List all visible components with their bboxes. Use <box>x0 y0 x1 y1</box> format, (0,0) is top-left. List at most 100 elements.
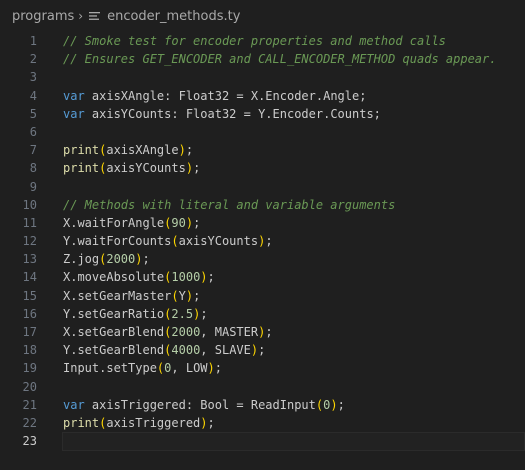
line-number: 4 <box>29 88 37 103</box>
code-line[interactable]: 15 X.setGearMaster(Y); <box>0 287 525 305</box>
code-token-paren: ) <box>135 252 143 267</box>
code-token-num: 2000 <box>106 252 136 267</box>
code-line[interactable]: 14 X.moveAbsolute(1000); <box>0 268 525 286</box>
code-token-comment: // Ensures GET_ENCODER and CALL_ENCODER_… <box>63 52 497 67</box>
line-code[interactable]: var axisTriggered: Bool = ReadInput(0); <box>63 396 525 414</box>
code-line[interactable]: 1 // Smoke test for encoder properties an… <box>0 32 525 50</box>
line-code[interactable]: var axisXAngle: Float32 = X.Encoder.Angl… <box>63 87 525 105</box>
code-token-punc: ; <box>207 270 215 285</box>
code-token-punc: ; <box>207 415 215 430</box>
code-line[interactable]: 21 var axisTriggered: Bool = ReadInput(0)… <box>0 396 525 414</box>
code-token-punc: ; <box>265 234 273 249</box>
line-number: 10 <box>22 197 37 212</box>
line-number: 15 <box>22 288 37 303</box>
line-code[interactable]: Y.waitForCounts(axisYCounts); <box>63 232 525 250</box>
code-token-punc: ; <box>193 288 201 303</box>
code-token-paren: ) <box>200 415 208 430</box>
code-token-punc: ; <box>142 252 150 267</box>
code-line[interactable]: 7 print(axisXAngle); <box>0 141 525 159</box>
line-code[interactable]: X.setGearBlend(2000, MASTER); <box>63 323 525 341</box>
code-token-paren: ) <box>185 161 194 176</box>
code-token-fn: print <box>63 415 100 430</box>
line-number: 21 <box>22 397 37 412</box>
code-token-punc: Y.setGearBlend <box>63 343 165 358</box>
code-line[interactable]: 6 <box>0 123 525 141</box>
line-number: 7 <box>29 143 37 158</box>
code-token-punc: axisXAngle <box>106 143 179 158</box>
code-token-paren: ) <box>185 215 194 230</box>
line-code[interactable]: print(axisYCounts); <box>63 159 525 177</box>
code-line[interactable]: 18 Y.setGearBlend(4000, SLAVE); <box>0 341 525 359</box>
code-token-punc: ; <box>265 325 273 339</box>
code-token-comment: // Methods with literal and variable arg… <box>63 197 396 212</box>
code-token-punc: ; <box>193 161 201 176</box>
code-line[interactable]: 10 // Methods with literal and variable a… <box>0 196 525 214</box>
code-line[interactable]: 2 // Ensures GET_ENCODER and CALL_ENCODER… <box>0 50 525 68</box>
code-token-punc: , MASTER <box>200 325 259 339</box>
code-token-punc: , LOW <box>171 361 208 376</box>
chevron-right-icon: › <box>78 9 84 23</box>
code-token-paren: ( <box>171 288 179 303</box>
code-line[interactable]: 11 X.waitForAngle(90); <box>0 214 525 232</box>
line-number: 1 <box>29 34 37 48</box>
code-token-fn: print <box>63 143 100 158</box>
code-line[interactable]: 20 <box>0 378 525 396</box>
line-number: 20 <box>22 379 37 394</box>
code-token-paren: ) <box>185 288 194 303</box>
code-line[interactable]: 17 X.setGearBlend(2000, MASTER); <box>0 323 525 341</box>
line-code[interactable]: X.moveAbsolute(1000); <box>63 268 525 286</box>
line-number: 19 <box>22 361 37 376</box>
line-number: 11 <box>22 215 37 230</box>
line-number: 6 <box>29 124 37 139</box>
code-token-num: 2.5 <box>171 306 194 321</box>
code-token-punc: X.moveAbsolute <box>63 270 165 285</box>
code-token-punc: X.waitForAngle <box>63 215 165 230</box>
line-code[interactable]: print(axisXAngle); <box>63 141 525 159</box>
code-editor[interactable]: 1 // Smoke test for encoder properties an… <box>0 32 525 452</box>
breadcrumb-folder[interactable]: programs <box>12 9 74 24</box>
code-token-punc: ; <box>193 215 201 230</box>
line-code[interactable]: // Smoke test for encoder properties and… <box>63 32 525 50</box>
line-code[interactable]: // Methods with literal and variable arg… <box>63 196 525 214</box>
line-number: 23 <box>22 434 37 449</box>
line-code[interactable]: Input.setType(0, LOW); <box>63 359 525 377</box>
code-line[interactable]: 9 <box>0 178 525 196</box>
breadcrumb-file[interactable]: encoder_methods.ty <box>107 9 240 24</box>
code-line[interactable]: 8 print(axisYCounts); <box>0 159 525 177</box>
line-code[interactable]: print(axisTriggered); <box>63 414 525 432</box>
code-token-paren: ) <box>207 361 215 376</box>
code-token-punc: axisYCounts: Float32 = Y.Encoder.Counts; <box>84 106 381 121</box>
code-line[interactable]: 19 Input.setType(0, LOW); <box>0 359 525 377</box>
line-code[interactable]: Y.setGearBlend(4000, SLAVE); <box>63 341 525 359</box>
line-code[interactable]: X.waitForAngle(90); <box>63 214 525 232</box>
code-token-punc: X.setGearBlend <box>63 325 165 339</box>
line-code[interactable]: Y.setGearRatio(2.5); <box>63 305 525 323</box>
code-token-kw: var <box>63 88 85 103</box>
line-number: 9 <box>29 179 37 194</box>
code-token-fn: print <box>63 161 100 176</box>
code-line[interactable]: 13 Z.jog(2000); <box>0 250 525 268</box>
code-line[interactable]: 5 var axisYCounts: Float32 = Y.Encoder.Co… <box>0 105 525 123</box>
code-token-punc: axisXAngle: Float32 = X.Encoder.Angle; <box>84 88 367 103</box>
code-token-paren: ) <box>330 397 338 412</box>
line-code[interactable]: X.setGearMaster(Y); <box>63 287 525 305</box>
code-line[interactable]: 4 var axisXAngle: Float32 = X.Encoder.Ang… <box>0 87 525 105</box>
line-number: 14 <box>22 270 37 285</box>
code-token-punc: ; <box>200 306 208 321</box>
line-code[interactable]: Z.jog(2000); <box>63 250 525 268</box>
code-token-paren: ) <box>200 270 208 285</box>
line-code[interactable]: // Ensures GET_ENCODER and CALL_ENCODER_… <box>63 50 525 68</box>
line-code[interactable] <box>62 432 525 452</box>
code-token-kw: var <box>63 397 85 412</box>
code-line[interactable]: 22 print(axisTriggered); <box>0 414 525 432</box>
line-number: 13 <box>22 252 37 267</box>
line-number: 8 <box>29 161 37 176</box>
code-token-punc: axisYCounts <box>106 161 186 176</box>
code-line[interactable]: 12 Y.waitForCounts(axisYCounts); <box>0 232 525 250</box>
breadcrumb: programs › encoder_methods.ty <box>0 0 525 32</box>
line-code[interactable]: var axisYCounts: Float32 = Y.Encoder.Cou… <box>63 105 525 123</box>
code-line[interactable]: 16 Y.setGearRatio(2.5); <box>0 305 525 323</box>
line-number: 22 <box>22 415 37 430</box>
code-line[interactable]: 23 <box>0 432 525 452</box>
code-line[interactable]: 3 <box>0 68 525 86</box>
